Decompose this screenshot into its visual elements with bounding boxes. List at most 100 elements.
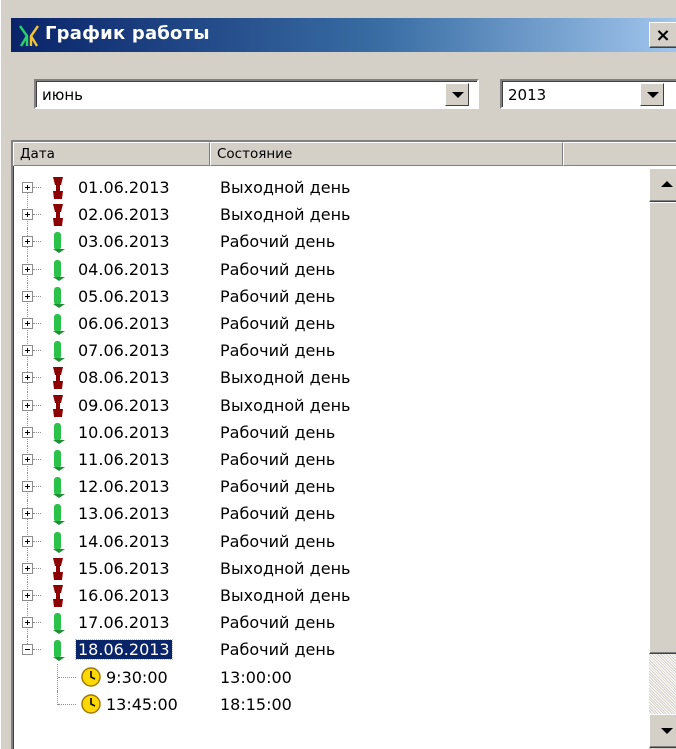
row-date: 05.06.2013 [78,286,170,306]
tree-line [58,703,76,705]
row-status: Выходной день [220,395,351,415]
interval-row[interactable]: 9:30:00 13:00:00 [13,663,653,692]
table-row[interactable]: 04.06.2013 Рабочий день [13,255,653,284]
holiday-icon [53,204,63,227]
scroll-thumb[interactable] [649,202,676,654]
expand-toggle[interactable] [22,209,33,221]
expand-toggle[interactable] [22,617,33,629]
year-select-value: 2013 [508,86,547,104]
work-schedule-window: График работы × июнь 2013 Дата Состояние… [0,0,676,749]
workday-icon [53,259,65,281]
workday-icon [53,531,65,553]
interval-end: 18:15:00 [220,694,292,714]
column-header-date[interactable]: Дата [13,142,210,166]
plus-icon [27,239,28,245]
table-row[interactable]: 02.06.2013 Выходной день [13,201,653,229]
table-row[interactable]: 03.06.2013 Рабочий день [13,228,653,256]
table-row[interactable]: 11.06.2013 Рабочий день [13,446,653,474]
close-button[interactable]: × [649,22,676,48]
holiday-icon [53,367,63,390]
expand-toggle[interactable] [22,263,33,275]
expand-toggle[interactable] [22,236,33,248]
tree-line [33,350,41,352]
row-status: Рабочий день [220,531,336,551]
row-date: 15.06.2013 [78,558,170,578]
row-status: Рабочий день [220,640,336,660]
app-logo-icon [19,25,39,47]
plus-icon [27,375,28,381]
expand-toggle[interactable] [22,562,33,574]
month-select-value: июнь [42,86,84,104]
table-row[interactable]: 07.06.2013 Рабочий день [13,337,653,365]
column-header-empty[interactable] [563,142,676,166]
table-row[interactable]: 15.06.2013 Выходной день [13,554,653,583]
expand-toggle[interactable] [22,481,33,493]
clock-icon [81,666,101,687]
row-date: 16.06.2013 [78,586,170,605]
chevron-down-icon[interactable] [445,83,469,106]
table-row[interactable]: 10.06.2013 Рабочий день [13,418,653,447]
scroll-track[interactable] [649,654,676,714]
scroll-up-button[interactable] [649,168,676,202]
tree-line [58,676,76,678]
workday-icon [53,450,65,471]
table-row[interactable]: 06.06.2013 Рабочий день [13,310,653,338]
expand-toggle[interactable] [22,426,33,438]
collapse-toggle[interactable] [22,644,33,656]
expand-toggle[interactable] [22,318,33,329]
table-row[interactable]: 05.06.2013 Рабочий день [13,282,653,311]
holiday-icon [53,394,63,417]
expand-toggle[interactable] [22,182,33,193]
table-row[interactable]: 18.06.2013 Рабочий день [13,636,653,664]
tree-line [33,459,41,460]
month-select[interactable]: июнь [34,79,479,109]
table-row[interactable]: 12.06.2013 Рабочий день [13,473,653,501]
table-row[interactable]: 16.06.2013 Выходной день [13,582,653,610]
expand-toggle[interactable] [22,345,33,357]
workday-icon [53,286,65,308]
plus-icon [27,593,28,598]
row-date: 08.06.2013 [78,368,170,388]
schedule-tree-list[interactable]: Дата Состояние 01.06.2013 Выходной день 02… [11,140,676,749]
table-row[interactable]: 17.06.2013 Рабочий день [13,609,653,637]
row-date: 02.06.2013 [78,205,170,225]
holiday-icon [53,585,63,607]
table-row[interactable]: 01.06.2013 Выходной день [13,174,653,211]
clock-icon [81,694,101,714]
row-date: 04.06.2013 [78,259,170,279]
expand-toggle[interactable] [22,454,33,465]
plus-icon [27,321,28,326]
column-header-status[interactable]: Состояние [210,142,563,166]
interval-row[interactable]: 13:45:00 18:15:00 [13,690,653,719]
row-date: 11.06.2013 [78,450,170,469]
row-status: Рабочий день [220,232,336,252]
scroll-down-button[interactable] [649,714,676,748]
title-bar[interactable]: График работы × [11,18,676,52]
workday-icon [53,613,65,635]
expand-toggle[interactable] [22,399,33,411]
row-status: Рабочий день [220,504,336,524]
tree-line [33,187,41,188]
table-row[interactable]: 14.06.2013 Рабочий день [13,527,653,556]
expand-toggle[interactable] [22,508,33,520]
expand-toggle[interactable] [22,590,33,601]
plus-icon [27,429,28,435]
year-select[interactable]: 2013 [500,79,676,109]
vertical-scrollbar[interactable] [649,168,676,749]
table-row[interactable]: 09.06.2013 Выходной день [13,391,653,420]
expand-toggle[interactable] [22,290,33,302]
plus-icon [27,484,28,490]
row-date: 01.06.2013 [78,178,170,197]
table-row[interactable]: 08.06.2013 Выходной день [13,364,653,392]
row-status: Рабочий день [220,286,336,306]
table-row[interactable]: 13.06.2013 Рабочий день [13,500,653,528]
row-date: 07.06.2013 [78,341,170,361]
interval-start: 13:45:00 [106,694,178,714]
expand-toggle[interactable] [22,535,33,547]
workday-icon [53,504,65,526]
expand-toggle[interactable] [22,372,33,384]
row-date: 13.06.2013 [78,504,170,524]
chevron-down-icon[interactable] [640,83,664,106]
row-status: Рабочий день [220,259,336,279]
tree-line [33,295,41,297]
